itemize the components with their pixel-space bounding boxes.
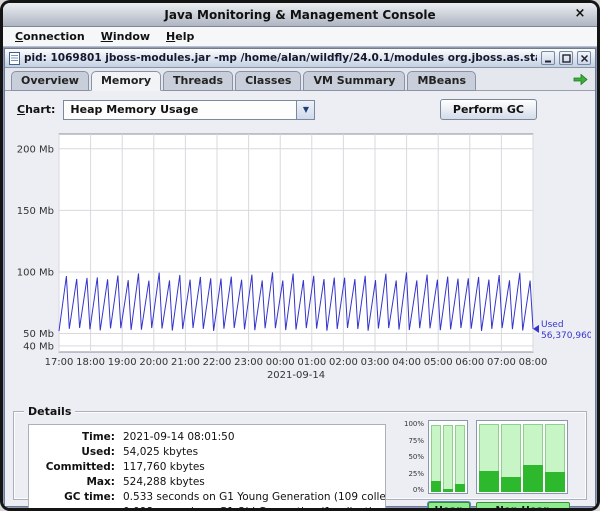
svg-text:100 Mb: 100 Mb <box>17 267 54 278</box>
detail-row-gc-time-2: 0.098 seconds on G1 Old Generation (1 co… <box>37 505 377 508</box>
detail-row-gc-time: GC time: 0.533 seconds on G1 Young Gener… <box>37 490 377 505</box>
gauge-bar <box>523 422 543 492</box>
svg-text:00:00: 00:00 <box>266 357 295 368</box>
svg-text:21:00: 21:00 <box>171 357 200 368</box>
tab-vm-summary[interactable]: VM Summary <box>303 71 405 91</box>
menu-connection[interactable]: Connection <box>7 28 93 45</box>
memory-tab-panel: Chart: Heap Memory Usage ▼ Perform GC 20… <box>5 91 595 506</box>
gauge-bar <box>455 422 465 492</box>
gauge-scale-label: 0% <box>396 486 424 494</box>
menubar: Connection Window Help <box>3 27 597 47</box>
tab-overview[interactable]: Overview <box>11 71 89 91</box>
svg-text:2021-09-14: 2021-09-14 <box>267 370 325 381</box>
gauge-scale-label: 25% <box>396 470 424 478</box>
menu-window[interactable]: Window <box>93 28 158 45</box>
gauge-scale-labels: 100% 75% 50% 25% 0% <box>396 420 424 494</box>
chevron-down-icon[interactable]: ▼ <box>296 101 314 119</box>
perform-gc-button[interactable]: Perform GC <box>440 99 537 120</box>
jconsole-window: Java Monitoring & Management Console × C… <box>0 0 600 511</box>
non-heap-gauge[interactable] <box>476 420 568 494</box>
window-close-button[interactable]: × <box>572 6 588 22</box>
desktop: pid: 1069801 jboss-modules.jar -mp /home… <box>3 47 597 508</box>
detail-row-committed: Committed: 117,760 kbytes <box>37 460 377 475</box>
gauge-bar <box>431 422 441 492</box>
menu-help[interactable]: Help <box>158 28 202 45</box>
tab-classes[interactable]: Classes <box>235 71 301 91</box>
svg-text:19:00: 19:00 <box>108 357 137 368</box>
svg-text:Used: Used <box>541 320 564 330</box>
gauge-bar <box>443 422 453 492</box>
frame-maximize-button[interactable] <box>559 51 573 65</box>
details-section: Details Time: 2021-09-14 08:01:50 Used: … <box>13 411 587 500</box>
gauge-bar <box>545 422 565 492</box>
svg-text:200 Mb: 200 Mb <box>17 144 54 155</box>
svg-text:40 Mb: 40 Mb <box>23 341 54 352</box>
svg-text:50 Mb: 50 Mb <box>23 329 54 340</box>
svg-text:07:00: 07:00 <box>487 357 516 368</box>
heap-button[interactable]: Heap <box>428 502 470 508</box>
svg-text:08:00: 08:00 <box>519 357 548 368</box>
tab-memory[interactable]: Memory <box>91 71 161 91</box>
memory-gauges: 100% 75% 50% 25% 0% Heap Non Heap <box>396 418 576 508</box>
heap-gauge[interactable] <box>428 420 468 494</box>
tab-mbeans[interactable]: MBeans <box>407 71 476 91</box>
gauge-scale-label: 100% <box>396 420 424 428</box>
frame-titlebar: pid: 1069801 jboss-modules.jar -mp /home… <box>5 49 595 68</box>
svg-text:20:00: 20:00 <box>139 357 168 368</box>
svg-text:23:00: 23:00 <box>234 357 263 368</box>
window-inner: Java Monitoring & Management Console × C… <box>3 3 597 508</box>
svg-text:150 Mb: 150 Mb <box>17 206 54 217</box>
svg-text:56,370,960: 56,370,960 <box>541 331 591 341</box>
svg-text:01:00: 01:00 <box>297 357 326 368</box>
svg-text:02:00: 02:00 <box>329 357 358 368</box>
chart-type-select[interactable]: Heap Memory Usage ▼ <box>63 100 315 120</box>
frame-icon <box>9 52 20 65</box>
gauge-scale-label: 75% <box>396 437 424 445</box>
window-title: Java Monitoring & Management Console <box>164 8 435 22</box>
gauge-scale-label: 50% <box>396 453 424 461</box>
frame-minimize-button[interactable] <box>541 51 555 65</box>
frame-title: pid: 1069801 jboss-modules.jar -mp /home… <box>24 52 537 64</box>
chart-label: Chart: <box>17 103 55 116</box>
chart-toolbar: Chart: Heap Memory Usage ▼ Perform GC <box>5 91 595 124</box>
frame-close-button[interactable] <box>577 51 591 65</box>
svg-text:05:00: 05:00 <box>424 357 453 368</box>
svg-text:03:00: 03:00 <box>361 357 390 368</box>
connection-frame: pid: 1069801 jboss-modules.jar -mp /home… <box>4 48 596 507</box>
tab-threads[interactable]: Threads <box>163 71 233 91</box>
details-title: Details <box>24 405 75 418</box>
non-heap-button[interactable]: Non Heap <box>476 502 570 508</box>
svg-text:22:00: 22:00 <box>203 357 232 368</box>
connection-status-icon <box>573 73 588 86</box>
detail-row-time: Time: 2021-09-14 08:01:50 <box>37 430 377 445</box>
gauge-bar <box>501 422 521 492</box>
titlebar: Java Monitoring & Management Console × <box>3 3 597 27</box>
detail-row-used: Used: 54,025 kbytes <box>37 445 377 460</box>
svg-text:06:00: 06:00 <box>455 357 484 368</box>
svg-text:17:00: 17:00 <box>45 357 74 368</box>
svg-text:04:00: 04:00 <box>392 357 421 368</box>
tab-bar: Overview Memory Threads Classes VM Summa… <box>5 68 595 91</box>
details-table: Time: 2021-09-14 08:01:50 Used: 54,025 k… <box>28 424 386 508</box>
heap-usage-chart: 200 Mb 150 Mb 100 Mb 50 Mb40 Mb 17:0018:0019… <box>13 126 587 382</box>
gauge-bar <box>479 422 499 492</box>
detail-row-max: Max: 524,288 kbytes <box>37 475 377 490</box>
chart-type-value: Heap Memory Usage <box>64 103 296 116</box>
svg-text:18:00: 18:00 <box>76 357 105 368</box>
